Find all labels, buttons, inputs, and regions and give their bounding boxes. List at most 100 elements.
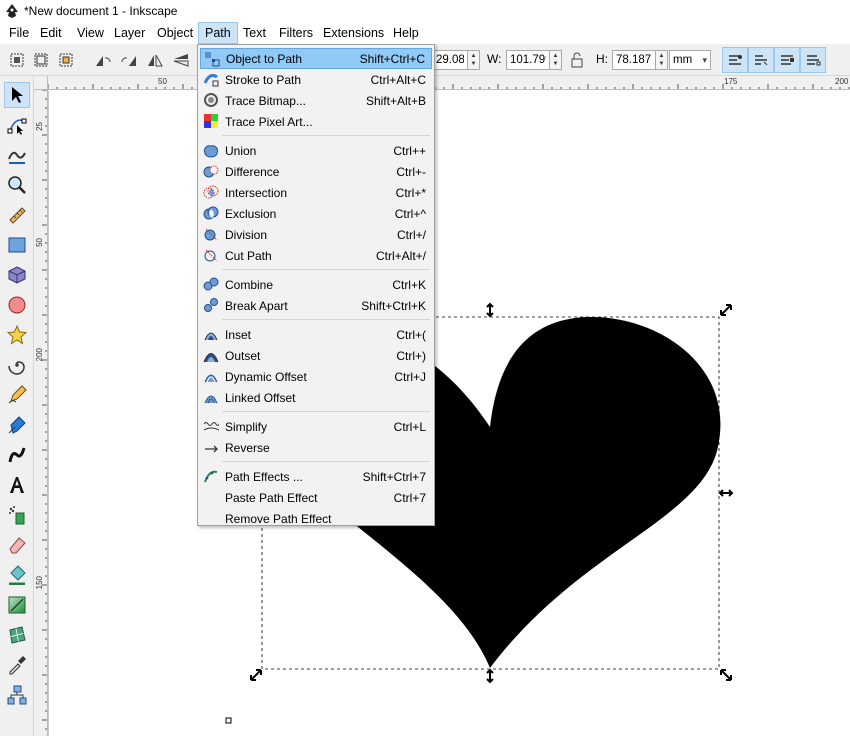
rectangle-tool-icon[interactable] [4,232,30,258]
gradient-tool-icon[interactable] [4,592,30,618]
drawing-canvas[interactable] [48,91,850,736]
selector-tool-icon[interactable] [4,82,30,108]
x-position-spinner[interactable]: ▲ ▼ [468,50,480,70]
text-tool-icon[interactable] [4,472,30,498]
menu-item-shortcut: Shift+Ctrl+C [359,51,425,66]
pen-tool-icon[interactable] [4,412,30,438]
pencil-tool-icon[interactable] [4,382,30,408]
zoom-tool-icon[interactable] [4,172,30,198]
dropper-tool-icon[interactable] [4,652,30,678]
menu-item-linked-offset[interactable]: Linked Offset [200,387,432,408]
select-all-layers-icon[interactable] [30,49,52,71]
stretch-handle[interactable] [486,668,494,684]
menu-layer[interactable]: Layer [108,22,151,44]
menu-item-remove-path-effect[interactable]: Remove Path Effect [200,508,432,529]
width-input[interactable] [506,50,550,70]
menu-item-combine[interactable]: Combine Ctrl+K [200,274,432,295]
cut-path-icon [203,247,219,263]
menu-item-intersection[interactable]: Intersection Ctrl+* [200,182,432,203]
menu-path[interactable]: Path [198,22,238,44]
menu-item-exclusion[interactable]: Exclusion Ctrl+^ [200,203,432,224]
menu-item-trace-pixel-art[interactable]: Trace Pixel Art... [200,111,432,132]
lock-proportions-icon[interactable] [566,49,588,71]
menu-item-reverse[interactable]: Reverse [200,437,432,458]
flip-vertical-icon[interactable] [170,49,192,71]
menu-file[interactable]: File [3,22,35,44]
move-patterns-toggle[interactable] [800,47,826,73]
menu-item-cut-path[interactable]: Cut Path Ctrl+Alt+/ [200,245,432,266]
menu-item-object-to-path[interactable]: Object to Path Shift+Ctrl+C [200,48,432,69]
trace-pixel-art-icon [203,113,219,129]
menu-edit[interactable]: Edit [34,22,68,44]
rotation-center-marker[interactable] [225,717,232,724]
3d-box-tool-icon[interactable] [4,262,30,288]
division-icon [203,226,219,242]
spiral-tool-icon[interactable] [4,352,30,378]
menu-item-difference[interactable]: Difference Ctrl+- [200,161,432,182]
scale-handle[interactable] [720,304,732,316]
x-position-input[interactable] [432,50,468,70]
menu-view[interactable]: View [71,22,110,44]
star-tool-icon[interactable] [4,322,30,348]
mesh-tool-icon[interactable] [4,622,30,648]
menu-filters[interactable]: Filters [273,22,319,44]
stretch-handle[interactable] [718,489,734,497]
menu-item-inset[interactable]: Inset Ctrl+( [200,324,432,345]
menu-separator [222,461,430,462]
spray-tool-icon[interactable] [4,502,30,528]
scale-handle[interactable] [250,669,262,681]
menu-item-shortcut: Ctrl+J [394,369,426,384]
menu-separator [222,269,430,270]
rotate-cw-icon[interactable] [118,49,140,71]
select-all-icon[interactable] [6,49,28,71]
ruler-label: 200 [35,348,44,362]
menu-item-simplify[interactable]: Simplify Ctrl+L [200,416,432,437]
measure-tool-icon[interactable] [4,202,30,228]
calligraphy-tool-icon[interactable] [4,442,30,468]
menu-item-division[interactable]: Division Ctrl+/ [200,224,432,245]
menu-item-union[interactable]: Union Ctrl++ [200,140,432,161]
vertical-ruler[interactable]: 25 50 200 150 [34,90,48,736]
menu-item-stroke-to-path[interactable]: Stroke to Path Ctrl+Alt+C [200,69,432,90]
menu-item-paste-path-effect[interactable]: Paste Path Effect Ctrl+7 [200,487,432,508]
connector-tool-icon[interactable] [4,682,30,708]
menu-help[interactable]: Help [387,22,425,44]
node-tool-icon[interactable] [4,112,30,138]
scale-corners-toggle[interactable] [748,47,774,73]
intersection-icon [203,184,219,200]
width-spinner[interactable]: ▲ ▼ [550,50,562,70]
path-menu-dropdown: Object to Path Shift+Ctrl+C Stroke to Path… [197,44,435,526]
scale-stroke-toggle[interactable] [722,47,748,73]
menu-object[interactable]: Object [151,22,199,44]
menu-item-label: Reverse [225,440,270,455]
paint-bucket-tool-icon[interactable] [4,562,30,588]
menu-item-shortcut: Shift+Ctrl+K [361,298,426,313]
tweak-tool-icon[interactable] [4,142,30,168]
window-title: *New document 1 - Inkscape [24,4,178,18]
unit-select[interactable]: mm ▾ [669,50,711,70]
height-input[interactable] [612,50,656,70]
trace-bitmap-icon [203,92,219,108]
eraser-tool-icon[interactable] [4,532,30,558]
rotate-ccw-icon[interactable] [92,49,114,71]
height-spinner[interactable]: ▲ ▼ [656,50,668,70]
menu-item-shortcut: Ctrl+K [392,277,426,292]
scale-handle[interactable] [720,669,732,681]
deselect-icon[interactable] [55,49,77,71]
horizontal-ruler[interactable]: 50 175 200 [48,76,850,90]
move-gradients-toggle[interactable] [774,47,800,73]
menu-text[interactable]: Text [237,22,272,44]
ellipse-tool-icon[interactable] [4,292,30,318]
menu-extensions[interactable]: Extensions [317,22,390,44]
menu-item-trace-bitmap[interactable]: Trace Bitmap... Shift+Alt+B [200,90,432,111]
menu-item-break-apart[interactable]: Break Apart Shift+Ctrl+K [200,295,432,316]
inkscape-logo-icon [6,4,18,18]
stretch-handle[interactable] [486,302,494,318]
menu-item-path-effects[interactable]: Path Effects ... Shift+Ctrl+7 [200,466,432,487]
menu-item-outset[interactable]: Outset Ctrl+) [200,345,432,366]
stroke-to-path-icon [203,71,219,87]
menu-item-label: Intersection [225,185,288,200]
menu-item-dynamic-offset[interactable]: Dynamic Offset Ctrl+J [200,366,432,387]
reverse-icon [203,439,219,455]
flip-horizontal-icon[interactable] [144,49,166,71]
